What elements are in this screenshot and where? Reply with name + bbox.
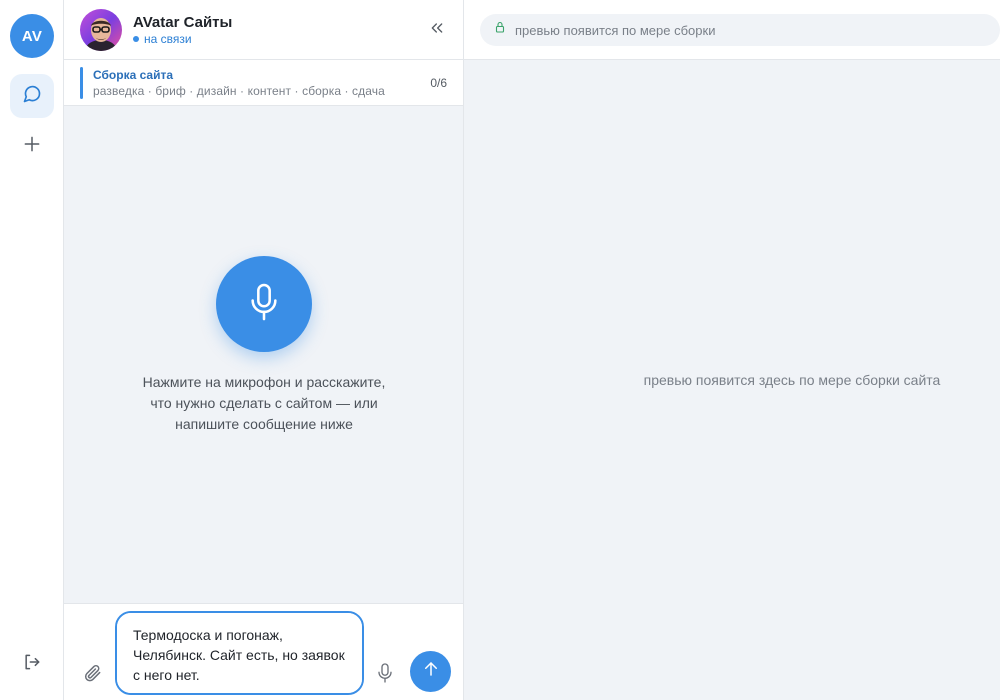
plus-icon — [22, 134, 42, 159]
agent-status: на связи — [133, 32, 192, 46]
preview-panel: превью появится по мере сборки превью по… — [464, 0, 1000, 700]
microphone-icon — [376, 661, 394, 690]
chats-nav-button[interactable] — [10, 74, 54, 118]
agent-name: AVatar Сайты — [133, 14, 233, 31]
chat-body: Нажмите на микрофон и расскажите, что ну… — [64, 106, 463, 603]
chevrons-left-icon — [429, 20, 445, 41]
chat-bubble-icon — [22, 84, 42, 109]
chat-panel: AVatar Сайты на связи Сборка сайта разве… — [64, 0, 464, 700]
progress-steps: разведка · бриф · дизайн · контент · сбо… — [93, 84, 385, 98]
agent-status-label: на связи — [144, 32, 192, 46]
logout-icon — [22, 652, 42, 677]
preview-toolbar: превью появится по мере сборки — [464, 0, 1000, 60]
user-avatar[interactable]: AV — [10, 14, 54, 58]
lock-icon — [494, 21, 506, 39]
paperclip-icon — [83, 663, 103, 688]
chat-header: AVatar Сайты на связи — [64, 0, 463, 60]
send-button[interactable] — [410, 651, 451, 692]
dictate-button[interactable] — [372, 660, 398, 690]
preview-placeholder: превью появится здесь по мере сборки сай… — [643, 372, 941, 388]
progress-count: 0/6 — [430, 76, 447, 90]
collapse-panel-button[interactable] — [425, 18, 449, 42]
voice-record-button[interactable] — [216, 256, 312, 352]
attach-button[interactable] — [80, 662, 106, 688]
agent-avatar — [80, 9, 122, 51]
left-rail: AV — [0, 0, 64, 700]
preview-url-bar: превью появится по мере сборки — [480, 14, 1000, 46]
build-progress: Сборка сайта разведка · бриф · дизайн · … — [64, 60, 463, 106]
online-dot-icon — [133, 36, 139, 42]
progress-title: Сборка сайта — [93, 68, 174, 82]
message-composer: Термодоска и погонаж, Челябинск. Сайт ес… — [64, 603, 463, 700]
logout-button[interactable] — [10, 642, 54, 686]
message-input[interactable]: Термодоска и погонаж, Челябинск. Сайт ес… — [115, 611, 364, 695]
new-chat-button[interactable] — [10, 124, 54, 168]
arrow-up-icon — [422, 660, 440, 683]
preview-url-text: превью появится по мере сборки — [515, 22, 716, 38]
progress-accent-bar — [80, 67, 83, 99]
microphone-icon — [247, 282, 281, 327]
voice-hint: Нажмите на микрофон и расскажите, что ну… — [142, 374, 386, 432]
